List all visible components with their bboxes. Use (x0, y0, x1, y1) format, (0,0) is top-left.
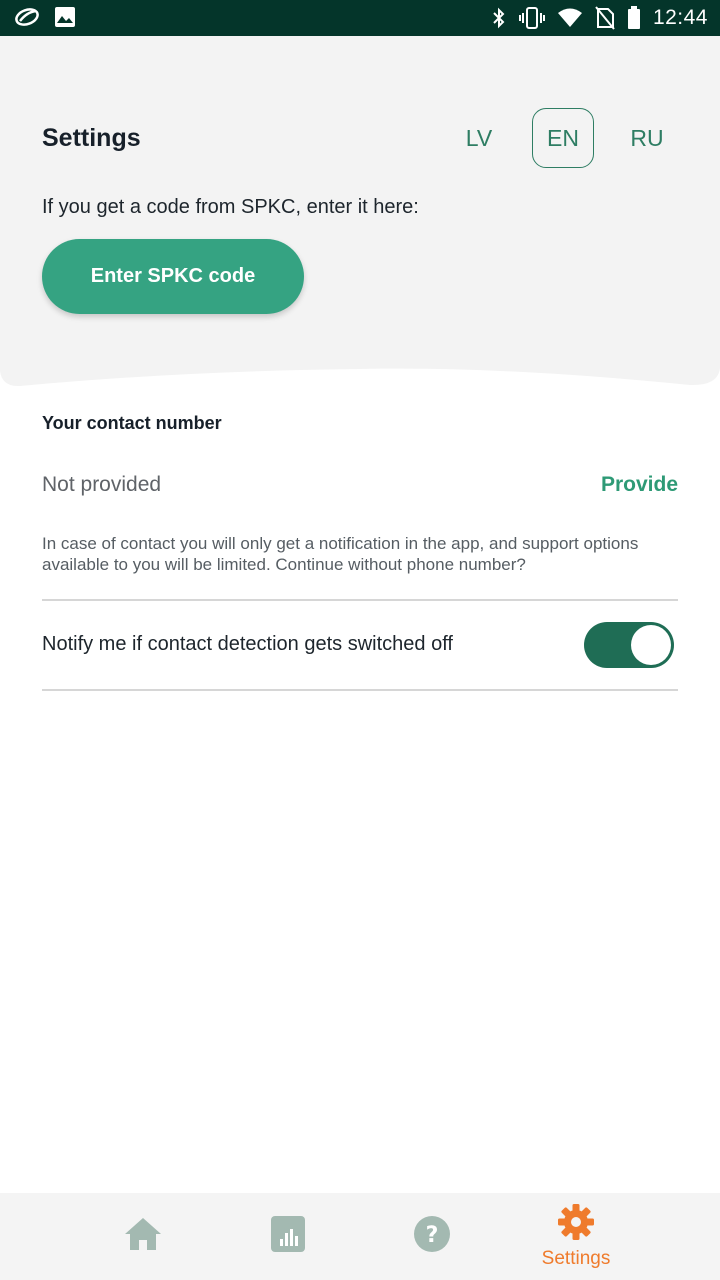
settings-screen: 12:44 Settings LV EN RU If you get a cod… (0, 0, 720, 1280)
language-lv-button[interactable]: LV (448, 108, 510, 168)
nav-settings[interactable]: Settings (526, 1193, 626, 1280)
svg-text:?: ? (426, 1223, 439, 1248)
battery-icon (627, 6, 641, 30)
provide-number-link[interactable]: Provide (601, 473, 678, 497)
language-ru-button[interactable]: RU (616, 108, 678, 168)
status-bar: 12:44 (0, 0, 720, 36)
home-icon (123, 1214, 163, 1259)
nav-settings-label: Settings (541, 1248, 611, 1269)
contact-info-text: In case of contact you will only get a n… (42, 534, 639, 574)
enter-spkc-code-button[interactable]: Enter SPKC code (42, 239, 304, 314)
settings-header: Settings LV EN RU If you get a code from… (0, 36, 720, 388)
stats-icon (270, 1215, 306, 1258)
notify-toggle[interactable] (584, 622, 674, 668)
contact-number-title: Your contact number (42, 413, 222, 433)
notify-switch-label: Notify me if contact detection gets swit… (42, 633, 453, 655)
no-sim-icon (595, 6, 615, 30)
divider (42, 689, 678, 691)
spkc-code-prompt: If you get a code from SPKC, enter it he… (42, 196, 419, 218)
toggle-knob (631, 625, 671, 665)
nav-home[interactable] (113, 1193, 173, 1280)
language-en-button[interactable]: EN (532, 108, 594, 168)
vibrate-icon (518, 6, 545, 30)
nav-statistics[interactable] (258, 1193, 318, 1280)
status-time: 12:44 (652, 6, 708, 29)
wifi-icon (557, 7, 583, 29)
bluetooth-icon (491, 6, 507, 30)
gear-icon (557, 1203, 595, 1246)
image-icon (54, 6, 76, 28)
page-title: Settings (42, 124, 141, 152)
app-logo-icon (14, 6, 40, 28)
help-icon: ? (413, 1215, 451, 1258)
divider (42, 599, 678, 601)
nav-help[interactable]: ? (402, 1193, 462, 1280)
contact-number-value: Not provided (42, 473, 162, 496)
bottom-navigation: ? Settings (0, 1193, 720, 1280)
